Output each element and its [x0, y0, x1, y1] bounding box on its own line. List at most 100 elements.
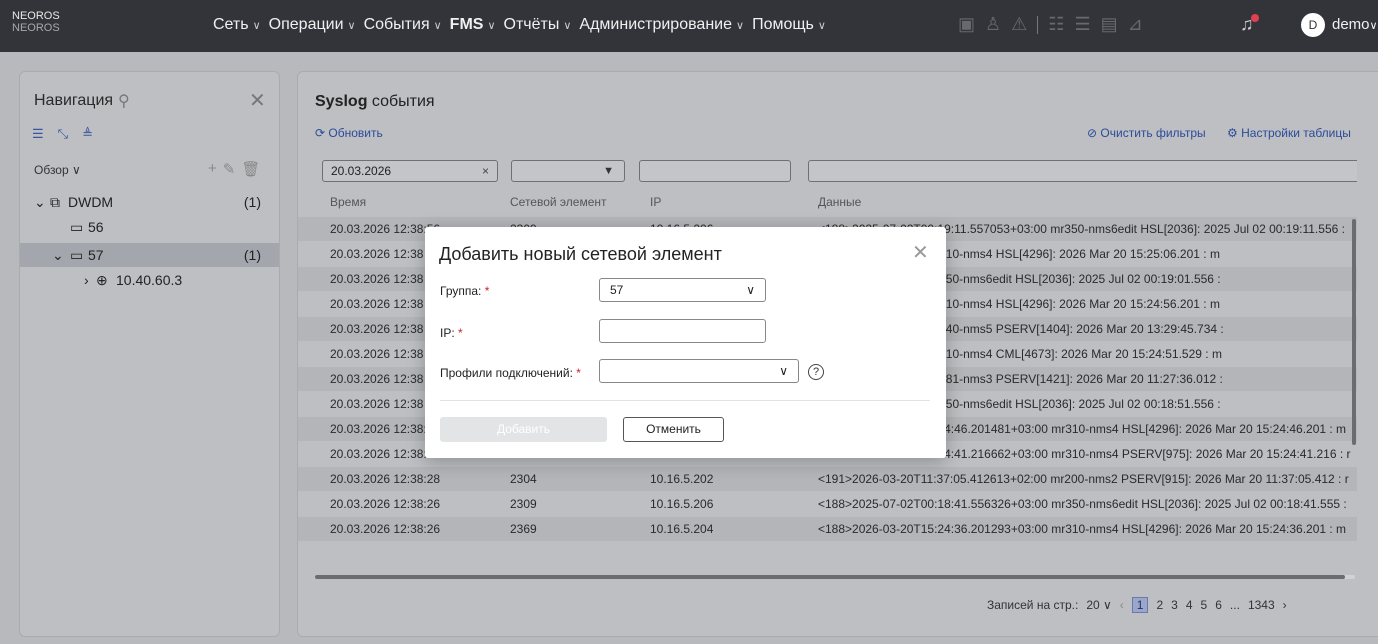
refresh-button[interactable]: ⟳ Обновить — [315, 126, 383, 140]
search-icon[interactable]: ⚲ — [118, 91, 130, 111]
user-menu[interactable]: demo∨ — [1332, 16, 1378, 33]
per-page-select[interactable]: 20 ∨ — [1086, 598, 1111, 612]
close-icon[interactable]: ✕ — [249, 88, 266, 113]
column-header-time[interactable]: Время — [330, 195, 366, 209]
main-menu: Сеть ∨ Операции ∨ События ∨ FMS ∨ Отчёты ∨ Ад… — [213, 16, 834, 34]
alert-icon[interactable]: ⚠ — [1011, 14, 1027, 35]
per-page-label: Записей на стр.: — [987, 598, 1079, 612]
cell-ip: 10.16.5.206 — [650, 497, 714, 511]
cell-time: 20.03.2026 12:38 — [330, 272, 424, 286]
menu-events[interactable]: События ∨ — [364, 16, 442, 34]
clear-filters-button[interactable]: ⊘ Очистить фильтры — [1087, 126, 1206, 140]
scrollbar-thumb[interactable] — [315, 575, 1345, 579]
top-bar: NEOROS NEOROS Сеть ∨ Операции ∨ События ∨ F… — [0, 0, 1378, 52]
ip-input[interactable] — [599, 319, 766, 343]
clear-icon[interactable]: × — [482, 161, 489, 181]
brand-logo[interactable]: NEOROS NEOROS — [12, 10, 60, 34]
expand-all-icon[interactable]: ≜ — [82, 126, 93, 142]
table-row[interactable]: 20.03.2026 12:38:26 2309 10.16.5.206 <188>2… — [298, 492, 1357, 516]
page-3[interactable]: 3 — [1171, 598, 1178, 612]
page-5[interactable]: 5 — [1201, 598, 1208, 612]
chevron-down-icon: ▼ — [603, 165, 614, 177]
menu-administration[interactable]: Администрирование ∨ — [579, 16, 744, 34]
close-icon[interactable]: ✕ — [912, 240, 929, 265]
next-page-icon[interactable]: › — [1283, 598, 1287, 612]
tree-icon[interactable]: ☷ — [1048, 14, 1064, 35]
add-icon[interactable]: + — [208, 160, 217, 178]
overview-dropdown[interactable]: Обзор ∨ — [34, 163, 81, 177]
avatar[interactable]: D — [1301, 13, 1325, 37]
cell-time: 20.03.2026 12:38:26 — [330, 522, 441, 536]
tree-item-label: 10.40.60.3 — [116, 272, 183, 288]
menu-network[interactable]: Сеть ∨ — [213, 16, 261, 34]
table-settings-button[interactable]: ⚙ Настройки таблицы — [1227, 126, 1351, 140]
column-header-network-element[interactable]: Сетевой элемент — [510, 195, 607, 209]
refresh-icon: ⟳ — [315, 126, 326, 140]
page-1[interactable]: 1 — [1131, 597, 1149, 613]
chevron-down-icon: ∨ — [779, 364, 788, 378]
page-4[interactable]: 4 — [1186, 598, 1193, 612]
document-icon[interactable]: ▤ — [1101, 14, 1118, 35]
date-filter-input[interactable]: 20.03.2026 × — [322, 160, 498, 182]
cell-time: 20.03.2026 12:38 — [330, 397, 424, 411]
vertical-scrollbar[interactable] — [1352, 219, 1356, 445]
page-ellipsis: ... — [1229, 598, 1240, 612]
add-network-element-dialog: Добавить новый сетевой элемент ✕ Группа:… — [425, 227, 946, 458]
menu-reports[interactable]: Отчёты ∨ — [504, 16, 572, 34]
ip-label: IP: * — [440, 326, 463, 340]
tree-item-label: 57 — [88, 247, 104, 263]
horizontal-scrollbar[interactable] — [315, 575, 1355, 579]
list-icon[interactable]: ☰ — [1074, 14, 1090, 35]
cell-time: 20.03.2026 12:38:36 — [330, 422, 441, 436]
tree-expander[interactable]: ⌄ — [34, 190, 46, 214]
help-icon[interactable]: ? — [808, 364, 824, 380]
cell-data: <188>2026-03-20T15:24:36.201293+03:00 mr… — [818, 522, 1347, 536]
network-element-filter-select[interactable]: ▼ — [511, 160, 625, 182]
connection-profiles-select[interactable]: ∨ — [599, 359, 799, 383]
list-view-icon[interactable]: ☰ — [32, 126, 44, 142]
prev-page-icon[interactable]: ‹ — [1120, 598, 1124, 612]
menu-help[interactable]: Помощь ∨ — [752, 16, 826, 34]
add-button[interactable]: Добавить — [440, 417, 607, 442]
page-6[interactable]: 6 — [1215, 598, 1222, 612]
dashboard-icon[interactable]: ▣ — [958, 14, 975, 35]
ip-filter-input[interactable] — [639, 160, 791, 182]
data-filter-input[interactable] — [808, 160, 1357, 182]
cell-time: 20.03.2026 12:38 — [330, 372, 424, 386]
gear-icon: ⚙ — [1227, 126, 1238, 140]
tree-item-57[interactable]: ⌄ ▭ 57 (1) — [20, 243, 279, 267]
cell-data: <191>2026-03-20T11:37:05.412613+02:00 mr… — [818, 472, 1349, 486]
tree-item-device[interactable]: › ⊕ 10.40.60.3 — [20, 268, 279, 292]
toolbar-divider — [1037, 15, 1039, 34]
page-2[interactable]: 2 — [1156, 598, 1163, 612]
page-title: Syslog события — [315, 93, 435, 110]
cancel-button[interactable]: Отменить — [623, 417, 724, 442]
tree-expander[interactable]: ⌄ — [52, 243, 64, 267]
collapse-icon[interactable]: ⤡ — [58, 126, 68, 142]
tree-item-56[interactable]: ▭ 56 — [20, 215, 279, 239]
cell-time: 20.03.2026 12:38 — [330, 247, 424, 261]
column-header-ip[interactable]: IP — [650, 195, 661, 209]
delete-icon[interactable]: 🗑 — [241, 160, 260, 178]
chevron-down-icon: ∨ — [746, 283, 755, 297]
chart-icon[interactable]: ⊿ — [1128, 14, 1143, 35]
dialog-title: Добавить новый сетевой элемент — [439, 244, 722, 264]
table-row[interactable]: 20.03.2026 12:38:28 2304 10.16.5.202 <191>2… — [298, 467, 1357, 491]
navigation-panel: Навигация ⚲ ✕ ☰ ⤡ ≜ Обзор ∨ + ✎ 🗑 ⌄ ⧉ DW… — [19, 71, 280, 637]
page-last[interactable]: 1343 — [1248, 598, 1275, 612]
cell-time: 20.03.2026 12:38:31 — [330, 447, 441, 461]
tree-item-label: DWDM — [68, 194, 114, 210]
menu-fms[interactable]: FMS ∨ — [450, 16, 496, 34]
menu-operations[interactable]: Операции ∨ — [269, 16, 356, 34]
toolbar-icons: ▣ ♙ ⚠ ☷ ☰ ▤ ⊿ — [958, 14, 1143, 35]
brand-subname: NEOROS — [12, 22, 60, 34]
tree-item-dwdm[interactable]: ⌄ ⧉ DWDM (1) — [20, 190, 279, 214]
column-header-data[interactable]: Данные — [818, 195, 861, 209]
tree-expander[interactable]: › — [84, 268, 89, 292]
users-icon[interactable]: ♙ — [985, 14, 1001, 35]
nav-actions: + ✎ 🗑 — [208, 160, 260, 178]
group-select[interactable]: 57 ∨ — [599, 278, 766, 302]
table-row[interactable]: 20.03.2026 12:38:26 2369 10.16.5.204 <188>2… — [298, 517, 1357, 541]
edit-icon[interactable]: ✎ — [223, 160, 236, 178]
cell-ip: 10.16.5.204 — [650, 522, 714, 536]
